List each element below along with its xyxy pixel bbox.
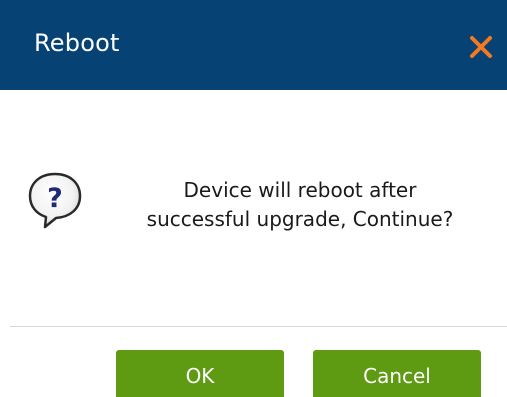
footer-divider (10, 326, 507, 327)
question-icon: ? (24, 169, 86, 231)
ok-button[interactable]: OK (116, 350, 284, 397)
close-icon[interactable] (468, 34, 494, 60)
cancel-button[interactable]: Cancel (313, 350, 481, 397)
dialog-title: Reboot (34, 29, 120, 57)
dialog-body: ? Device will reboot after successful up… (0, 90, 507, 326)
message-line-1: Device will reboot after (183, 178, 417, 202)
dialog-message: Device will reboot after successful upgr… (104, 176, 496, 234)
svg-text:?: ? (47, 183, 63, 214)
message-line-2: successful upgrade, Continue? (146, 207, 454, 231)
reboot-dialog: Reboot ? Device will reboot after succes… (0, 0, 507, 397)
dialog-titlebar: Reboot (0, 0, 507, 90)
